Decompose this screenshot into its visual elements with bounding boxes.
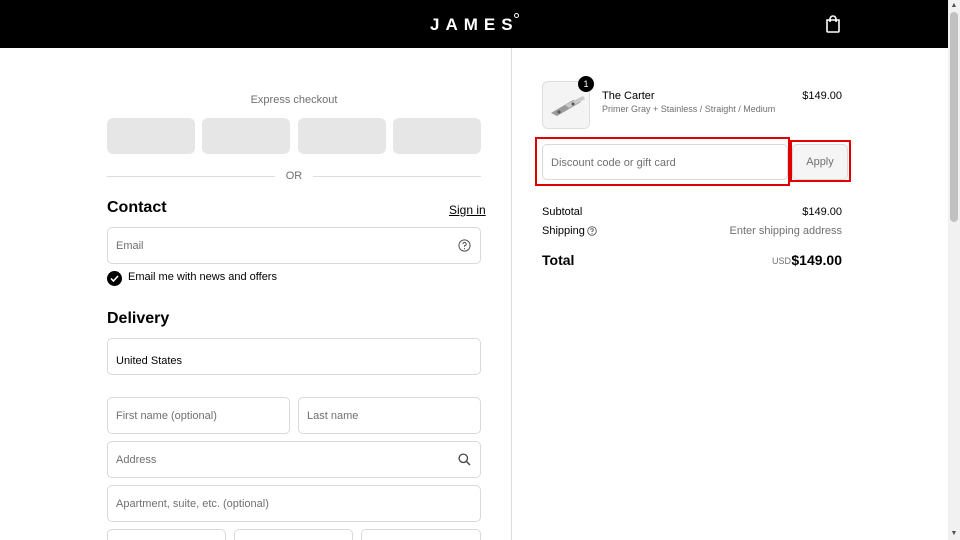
- discount-placeholder: Discount code or gift card: [551, 157, 676, 169]
- total-label: Total: [542, 252, 575, 268]
- product-price: $149.00: [802, 90, 842, 102]
- total-currency: USD: [771, 256, 791, 266]
- shipping-value: Enter shipping address: [729, 225, 842, 237]
- address-field[interactable]: Address: [107, 441, 481, 478]
- checkout-form-column: Express checkout OR Contact Sign in Emai…: [0, 48, 511, 540]
- email-placeholder: Email: [116, 240, 144, 252]
- apply-discount-button[interactable]: Apply: [792, 144, 848, 180]
- last-name-placeholder: Last name: [307, 410, 359, 422]
- product-variant: Primer Gray + Stainless / Straight / Med…: [602, 104, 776, 114]
- checkmark-icon: [110, 275, 119, 282]
- delivery-heading: Delivery: [107, 310, 170, 327]
- order-summary: 1 The Carter Primer Gray + Stainless / S…: [512, 48, 948, 540]
- or-divider-label: OR: [285, 170, 303, 182]
- first-name-field[interactable]: First name (optional): [107, 397, 290, 434]
- total-value: $149.00: [791, 252, 842, 268]
- apartment-field[interactable]: Apartment, suite, etc. (optional): [107, 485, 481, 522]
- express-pay-button-4[interactable]: [393, 118, 481, 154]
- quantity-badge: 1: [578, 76, 594, 92]
- top-header: JAMES: [0, 0, 948, 48]
- help-circle-icon[interactable]: [458, 239, 471, 252]
- subtotal-value: $149.00: [802, 206, 842, 218]
- shipping-info-icon[interactable]: [587, 226, 597, 236]
- or-divider-left: [107, 176, 275, 177]
- zip-field[interactable]: [361, 529, 481, 540]
- subtotal-label: Subtotal: [542, 206, 583, 218]
- apartment-placeholder: Apartment, suite, etc. (optional): [116, 498, 269, 510]
- newsletter-checkbox[interactable]: [107, 271, 122, 286]
- first-name-placeholder: First name (optional): [116, 410, 217, 422]
- newsletter-label: Email me with news and offers: [128, 271, 277, 283]
- express-pay-button-2[interactable]: [202, 118, 290, 154]
- address-placeholder: Address: [116, 454, 157, 466]
- or-divider-right: [313, 176, 481, 177]
- country-value: United States: [116, 355, 183, 367]
- search-icon[interactable]: [458, 453, 471, 466]
- last-name-field[interactable]: Last name: [298, 397, 481, 434]
- city-field[interactable]: [107, 529, 226, 540]
- brand-logo[interactable]: JAMES: [430, 15, 519, 35]
- scroll-up-icon[interactable]: ▲: [950, 2, 958, 10]
- express-pay-button-3[interactable]: [298, 118, 386, 154]
- shipping-label: Shipping: [542, 225, 585, 237]
- sign-in-link[interactable]: Sign in: [449, 203, 486, 217]
- express-pay-button-1[interactable]: [107, 118, 195, 154]
- page-scrollbar[interactable]: ▲ ▼: [948, 0, 960, 540]
- product-name: The Carter: [602, 90, 655, 102]
- email-field[interactable]: Email: [107, 227, 481, 264]
- scrollbar-thumb[interactable]: [950, 12, 958, 222]
- express-checkout-label: Express checkout: [250, 94, 338, 106]
- contact-heading: Contact: [107, 199, 167, 216]
- country-select[interactable]: United States: [107, 338, 481, 375]
- discount-code-field[interactable]: Discount code or gift card: [542, 144, 788, 180]
- shopping-bag-icon[interactable]: [825, 15, 841, 33]
- logo-ring-mark: [514, 13, 519, 18]
- state-field[interactable]: [234, 529, 353, 540]
- scroll-down-icon[interactable]: ▼: [950, 530, 958, 538]
